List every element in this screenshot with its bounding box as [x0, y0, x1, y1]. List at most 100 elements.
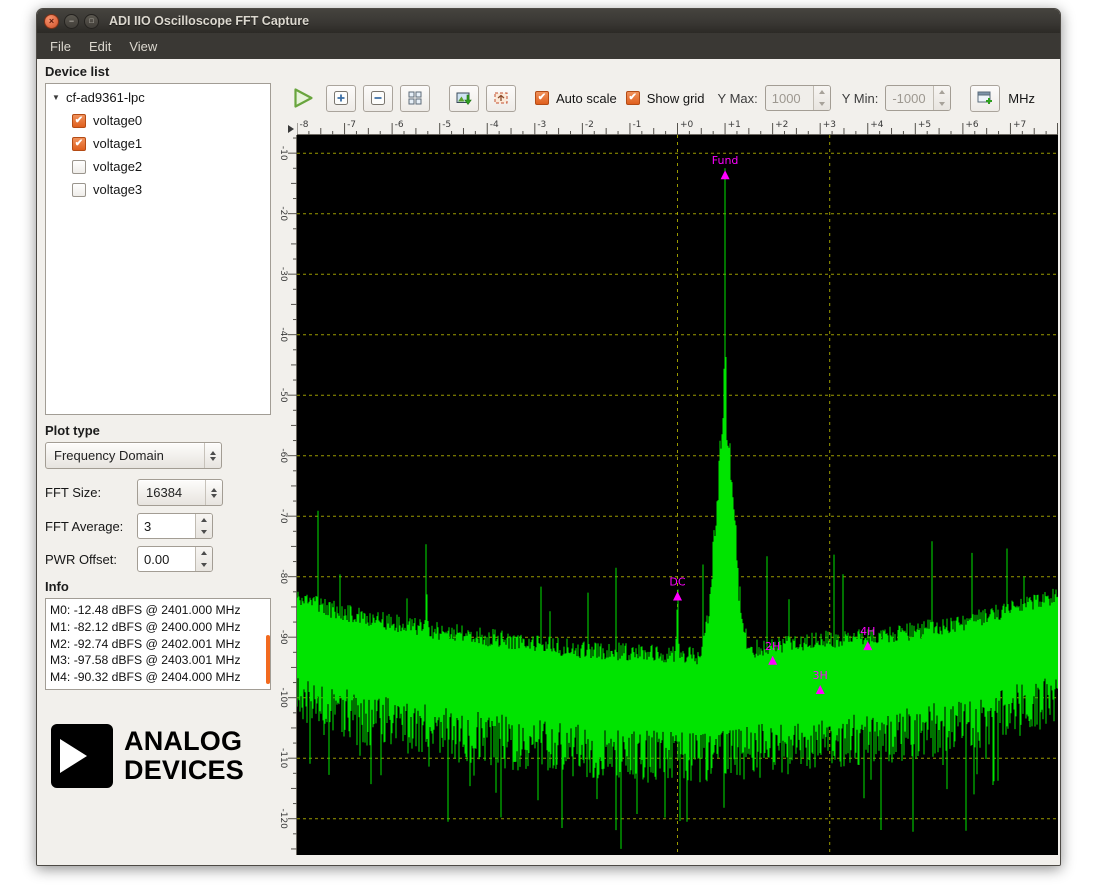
device-name: cf-ad9361-lpc: [66, 90, 145, 105]
svg-text:+1: +1: [728, 120, 741, 130]
ruler-origin-marker: [288, 125, 294, 133]
expander-icon[interactable]: ▼: [52, 93, 66, 102]
marker-info-line: M0: -12.48 dBFS @ 2401.000 MHz: [50, 602, 270, 619]
channel-row-voltage0[interactable]: ✔ voltage0: [46, 109, 270, 132]
svg-text:-100: -100: [279, 687, 288, 708]
adi-logo-icon: [51, 724, 113, 788]
auto-scale-toggle[interactable]: ✔ Auto scale: [535, 91, 619, 106]
device-tree[interactable]: ▼ cf-ad9361-lpc ✔ voltage0 ✔ voltage1 ✔ …: [45, 83, 271, 415]
marker-info-line: M2: -92.74 dBFS @ 2402.001 MHz: [50, 636, 270, 653]
spinner-buttons[interactable]: [195, 547, 212, 571]
device-row[interactable]: ▼ cf-ad9361-lpc: [46, 86, 270, 109]
zoom-fit-icon: [407, 90, 423, 106]
voltage3-checkbox[interactable]: ✔: [72, 183, 86, 197]
menu-view[interactable]: View: [120, 35, 166, 58]
svg-text:+4: +4: [870, 120, 884, 130]
plot-type-value: Frequency Domain: [54, 448, 164, 463]
marker-info-line: M4: -90.32 dBFS @ 2404.000 MHz: [50, 669, 270, 686]
new-plot-icon: [977, 90, 994, 106]
show-grid-checkbox[interactable]: ✔: [626, 91, 640, 105]
channel-row-voltage3[interactable]: ✔ voltage3: [46, 178, 270, 201]
y-min-value: -1000: [886, 86, 933, 110]
channel-label: voltage2: [93, 159, 142, 174]
voltage2-checkbox[interactable]: ✔: [72, 160, 86, 174]
frequency-unit-label: MHz: [1008, 91, 1049, 106]
spinner-buttons: [813, 86, 830, 110]
pwr-offset-value[interactable]: 0.00: [138, 547, 195, 571]
svg-text:-110: -110: [279, 748, 288, 769]
svg-text:+5: +5: [918, 120, 931, 130]
minimize-button[interactable]: −: [64, 14, 79, 29]
fft-size-label: FFT Size:: [45, 485, 137, 500]
fft-average-label: FFT Average:: [45, 519, 137, 534]
spinner-buttons: [933, 86, 950, 110]
svg-text:-1: -1: [632, 120, 641, 130]
pwr-offset-input[interactable]: 0.00: [137, 546, 213, 572]
new-plot-button[interactable]: [970, 85, 1000, 112]
info-heading: Info: [45, 579, 271, 594]
menu-file[interactable]: File: [41, 35, 80, 58]
svg-text:-20: -20: [279, 206, 288, 221]
voltage0-checkbox[interactable]: ✔: [72, 114, 86, 128]
combo-arrows-icon: [205, 480, 222, 505]
show-grid-label: Show grid: [647, 91, 705, 106]
check-icon: ✔: [629, 93, 637, 103]
check-icon: ✔: [75, 139, 83, 149]
voltage1-checkbox[interactable]: ✔: [72, 137, 86, 151]
menu-edit[interactable]: Edit: [80, 35, 120, 58]
svg-text:-60: -60: [279, 448, 288, 463]
logo-line2: DEVICES: [124, 756, 244, 785]
analog-devices-logo: ANALOG DEVICES: [45, 724, 271, 788]
snapshot-button[interactable]: [449, 85, 479, 112]
spinner-buttons[interactable]: [195, 514, 212, 538]
marker-label-M2: 2H: [765, 640, 780, 653]
y-max-label: Y Max:: [718, 91, 758, 106]
zoom-out-button[interactable]: [363, 85, 393, 112]
marker-info-list[interactable]: M0: -12.48 dBFS @ 2401.000 MHz M1: -82.1…: [45, 598, 271, 690]
y-min-input: -1000: [885, 85, 951, 111]
svg-text:-3: -3: [537, 120, 546, 130]
fft-size-value: 16384: [146, 485, 182, 500]
channel-row-voltage1[interactable]: ✔ voltage1: [46, 132, 270, 155]
fft-average-input[interactable]: 3: [137, 513, 213, 539]
menubar: File Edit View: [37, 33, 1060, 59]
channel-label: voltage1: [93, 136, 142, 151]
scrollbar-thumb[interactable]: [266, 635, 270, 684]
main-content: Device list ▼ cf-ad9361-lpc ✔ voltage0 ✔…: [37, 59, 1060, 865]
app-window: × − □ ADI IIO Oscilloscope FFT Capture F…: [36, 8, 1061, 866]
channel-row-voltage2[interactable]: ✔ voltage2: [46, 155, 270, 178]
y-max-input: 1000: [765, 85, 831, 111]
fft-plot[interactable]: FundDC2H3H4H: [297, 135, 1058, 855]
zoom-in-icon: [333, 90, 349, 106]
svg-text:+7: +7: [1013, 120, 1026, 130]
titlebar[interactable]: × − □ ADI IIO Oscilloscope FFT Capture: [37, 9, 1060, 33]
zoom-fit-button[interactable]: [400, 85, 430, 112]
zoom-in-button[interactable]: [326, 85, 356, 112]
close-button[interactable]: ×: [44, 14, 59, 29]
show-grid-toggle[interactable]: ✔ Show grid: [626, 91, 707, 106]
capture-toolbar: ✔ Auto scale ✔ Show grid Y Max: 1000 Y M…: [279, 59, 1059, 117]
marker-label-M0: Fund: [712, 154, 739, 167]
pwr-offset-label: PWR Offset:: [45, 552, 137, 567]
fullscreen-icon: [493, 90, 509, 106]
marker-label-M1: DC: [669, 576, 685, 589]
desktop: × − □ ADI IIO Oscilloscope FFT Capture F…: [0, 0, 1096, 888]
play-icon: [291, 86, 315, 110]
channel-label: voltage0: [93, 113, 142, 128]
svg-text:-6: -6: [395, 120, 404, 130]
maximize-button[interactable]: □: [84, 14, 99, 29]
zoom-out-icon: [370, 90, 386, 106]
fullscreen-button[interactable]: [486, 85, 516, 112]
ruler-corner: [279, 117, 297, 135]
capture-play-button[interactable]: [289, 85, 317, 111]
marker-M0: [721, 170, 730, 179]
svg-text:-7: -7: [347, 120, 356, 130]
x-axis-ruler: -8-7-6-5-4-3-2-1+0+1+2+3+4+5+6+7+8: [297, 117, 1058, 135]
auto-scale-checkbox[interactable]: ✔: [535, 91, 549, 105]
fft-size-select[interactable]: 16384: [137, 479, 223, 506]
fft-average-value[interactable]: 3: [138, 514, 195, 538]
marker-label-M3: 3H: [813, 669, 828, 682]
plot-type-select[interactable]: Frequency Domain: [45, 442, 222, 469]
svg-text:-70: -70: [279, 509, 288, 524]
svg-text:-80: -80: [279, 569, 288, 584]
